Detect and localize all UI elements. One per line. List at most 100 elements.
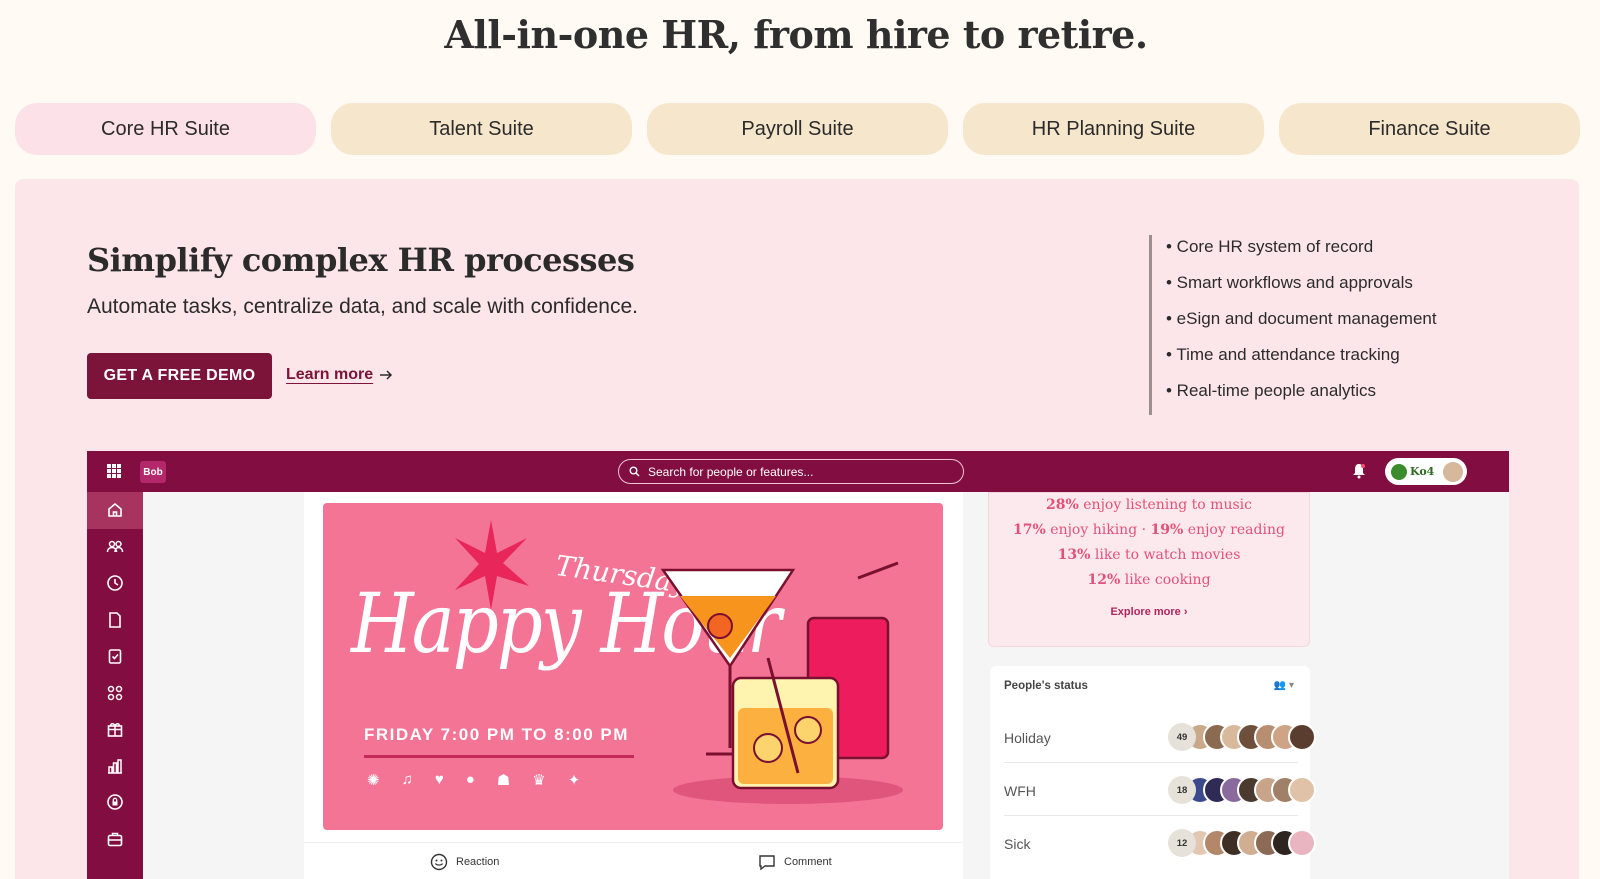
avatar: [1443, 461, 1464, 482]
sidebar-item-tasks[interactable]: [87, 638, 143, 675]
tab-talent-suite[interactable]: Talent Suite: [331, 103, 632, 155]
interest-line: 13% like to watch movies: [989, 543, 1309, 568]
status-label: Holiday: [1004, 730, 1051, 746]
sidebar-item-jobs[interactable]: [87, 821, 143, 858]
panel-subtitle: Automate tasks, centralize data, and sca…: [87, 295, 638, 318]
status-card-title: People's status: [1004, 680, 1088, 692]
feed-post: Thursday Happy Hour FRIDAY 7:00 PM TO 8:…: [304, 492, 963, 879]
interest-text: like to watch movies: [1090, 547, 1241, 563]
feature-item: • Smart workflows and approvals: [1166, 273, 1413, 292]
app-screenshot: Bob Search for people or features... Ko4: [87, 451, 1509, 879]
lock-icon: [107, 794, 123, 811]
ghost-icon: ☗: [496, 772, 511, 789]
status-row[interactable]: Sick 12: [1004, 816, 1316, 869]
gift-icon: [107, 723, 123, 738]
banner-icons: ✺ ♫ ♥ ● ☗ ♛ ✦: [367, 771, 580, 789]
learn-more-label: Learn more: [286, 366, 374, 383]
sidebar-item-apps[interactable]: [87, 675, 143, 712]
company-name: Ko4: [1410, 465, 1435, 478]
people-filter-icon[interactable]: 👥 ▾: [1274, 680, 1294, 691]
get-free-demo-button[interactable]: GET A FREE DEMO: [87, 353, 272, 399]
comment-button[interactable]: Comment: [758, 853, 832, 871]
home-icon: [108, 503, 122, 518]
search-icon: [629, 466, 640, 477]
status-row[interactable]: WFH 18: [1004, 763, 1316, 816]
interest-separator: ·: [1137, 522, 1151, 538]
sidebar-item-people[interactable]: [87, 529, 143, 566]
reaction-label: Reaction: [456, 856, 500, 868]
interest-line: 28% enjoy listening to music: [989, 493, 1309, 518]
burger-icon: ●: [465, 771, 475, 788]
company-logo-icon: [1391, 463, 1407, 480]
music-icon: ♫: [401, 771, 413, 788]
sidebar-item-analytics[interactable]: [87, 748, 143, 785]
apps-grid-icon[interactable]: [107, 464, 121, 478]
user-menu[interactable]: Ko4: [1385, 458, 1467, 485]
learn-more-link[interactable]: Learn more: [286, 366, 393, 384]
interests-card: 28% enjoy listening to music 17% enjoy h…: [988, 492, 1310, 647]
clipboard-icon: [108, 649, 122, 665]
tab-core-hr-suite[interactable]: Core HR Suite: [15, 103, 316, 155]
document-icon: [109, 611, 121, 628]
clock-icon: [107, 575, 123, 592]
search-placeholder: Search for people or features...: [648, 464, 814, 479]
explore-more-label: Explore more: [1110, 606, 1181, 618]
avatar-stack: [1186, 723, 1316, 751]
confetti-icon: ✦: [567, 772, 581, 789]
briefcase-icon: [107, 832, 123, 847]
avatar-stack: [1186, 829, 1316, 857]
app-sidebar: [87, 492, 143, 879]
feature-list: • Core HR system of record • Smart workf…: [1149, 235, 1437, 415]
search-input[interactable]: Search for people or features...: [618, 459, 964, 484]
bob-logo[interactable]: Bob: [140, 461, 166, 483]
sidebar-item-documents[interactable]: [87, 602, 143, 639]
chevron-right-icon: ›: [1183, 606, 1188, 618]
smile-icon: [430, 853, 448, 871]
interest-percent: 13%: [1057, 547, 1091, 563]
avatar-stack: [1186, 776, 1316, 804]
reaction-button[interactable]: Reaction: [430, 853, 499, 871]
crown-icon: ♛: [532, 772, 546, 789]
feature-item: • Real-time people analytics: [1166, 381, 1377, 400]
status-label: Sick: [1004, 836, 1031, 852]
interest-percent: 17%: [1013, 522, 1046, 538]
comment-icon: [759, 855, 775, 871]
apps-icon: [107, 685, 123, 700]
status-row[interactable]: Holiday 49: [1004, 710, 1316, 763]
interest-text: enjoy hiking: [1045, 522, 1138, 538]
cocktails-illustration: [660, 561, 903, 804]
feature-item: • Core HR system of record: [1166, 237, 1374, 256]
interest-line: 12% like cooking: [989, 568, 1309, 593]
heart-icon: ♥: [434, 771, 444, 788]
interest-percent: 19%: [1150, 522, 1184, 538]
bell-icon[interactable]: [1352, 463, 1366, 479]
people-icon: [106, 540, 124, 552]
sidebar-item-time[interactable]: [87, 565, 143, 602]
core-hr-panel: Simplify complex HR processes Automate t…: [15, 179, 1579, 879]
feature-item: • Time and attendance tracking: [1166, 345, 1400, 364]
interest-text: like cooking: [1120, 572, 1211, 588]
sidebar-item-benefits[interactable]: [87, 711, 143, 748]
interest-line: 17% enjoy hiking · 19% enjoy reading: [989, 518, 1309, 543]
comment-label: Comment: [784, 856, 832, 868]
status-count: 12: [1168, 829, 1196, 857]
happy-hour-banner: Thursday Happy Hour FRIDAY 7:00 PM TO 8:…: [323, 503, 943, 830]
interest-percent: 28%: [1046, 497, 1079, 513]
tab-finance-suite[interactable]: Finance Suite: [1279, 103, 1580, 155]
hero-title: All-in-one HR, from hire to retire.: [444, 12, 1148, 57]
tab-hr-planning-suite[interactable]: HR Planning Suite: [963, 103, 1264, 155]
interest-percent: 12%: [1087, 572, 1121, 588]
sidebar-item-security[interactable]: [87, 784, 143, 821]
feature-item: • eSign and document management: [1166, 309, 1437, 328]
status-count: 18: [1168, 776, 1196, 804]
suite-tabs: Core HR Suite Talent Suite Payroll Suite…: [15, 103, 1580, 155]
tab-payroll-suite[interactable]: Payroll Suite: [647, 103, 948, 155]
banner-divider: [364, 755, 634, 758]
status-label: WFH: [1004, 783, 1036, 799]
explore-more-link[interactable]: Explore more ›: [989, 606, 1309, 618]
arrow-right-icon: [380, 370, 393, 380]
interest-text: enjoy listening to music: [1078, 497, 1252, 513]
interest-text: enjoy reading: [1183, 522, 1285, 538]
peoples-status-card: People's status 👥 ▾ Holiday 49 WFH 18 Si…: [990, 666, 1316, 879]
sidebar-item-home[interactable]: [87, 492, 143, 529]
